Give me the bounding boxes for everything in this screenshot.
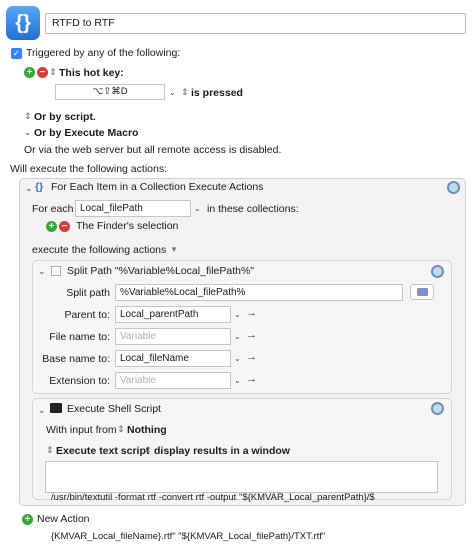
hotkey-state[interactable]: is pressed [191,87,243,99]
for-each-collapse-icon[interactable]: ⌄ [25,183,33,194]
in-collections-label: in these collections: [207,203,299,215]
parent-to-label: Parent to: [64,309,110,321]
collection-item[interactable]: The Finder's selection [76,220,178,232]
script-line: {KMVAR_Local_fileName}.rtf" "${KMVAR_Loc… [51,531,326,542]
remove-collection-icon[interactable]: − [59,221,70,232]
hotkey-add-remove: + − [24,67,48,78]
shell-script-gear-icon[interactable] [431,402,444,415]
new-action-plus-icon[interactable]: + [22,514,33,525]
hotkey-chevron-down-icon[interactable]: ⌄ [169,88,176,97]
base-name-to-field[interactable]: Local_fileName [115,350,231,367]
execute-mode-updown-icon[interactable]: ⇕ [46,445,54,456]
base-name-to-chevron-icon[interactable]: ⌄ [234,354,241,363]
display-mode[interactable]: display results in a window [154,445,290,457]
parent-to-arrow-icon[interactable]: → [246,307,257,319]
folder-icon [416,288,428,296]
hotkey-field[interactable]: ⌥⇧⌘D [55,84,165,100]
file-name-to-label: File name to: [49,331,110,343]
add-collection-icon[interactable]: + [46,221,57,232]
triggered-checkbox[interactable]: ✓ [11,48,22,59]
for-each-variable-chevron-icon[interactable]: ⌄ [194,204,201,213]
shell-script-title[interactable]: Execute Shell Script [67,403,161,415]
input-from-value[interactable]: Nothing [127,424,167,436]
new-action-button[interactable]: New Action [37,513,90,525]
split-path-title[interactable]: Split Path "%Variable%Local_filePath%" [67,265,254,277]
split-path-action-panel [32,260,452,394]
hotkey-label[interactable]: This hot key: [59,67,124,79]
for-each-title[interactable]: For Each Item in a Collection Execute Ac… [51,181,263,193]
or-by-script[interactable]: Or by script. [34,111,96,123]
for-each-gear-icon[interactable] [447,181,460,194]
shell-script-text[interactable]: /usr/bin/textutil -format rtf -convert r… [45,461,438,542]
extension-to-label: Extension to: [49,375,110,387]
extension-to-field[interactable]: Variable [115,372,231,389]
or-by-execute-macro[interactable]: Or by Execute Macro [34,127,138,139]
split-path-collapse-icon[interactable]: ⌄ [38,266,46,277]
trigger-type-updown-icon[interactable]: ⇕ [49,67,57,78]
execute-mode[interactable]: Execute text script [56,445,149,457]
shell-script-collapse-icon[interactable]: ⌄ [38,405,46,416]
triggered-label: Triggered by any of the following: [26,47,181,59]
base-name-to-arrow-icon[interactable]: → [246,351,257,363]
add-trigger-icon[interactable]: + [24,67,35,78]
file-name-to-field[interactable]: Variable [115,328,231,345]
macro-name-field[interactable]: RTFD to RTF [45,13,466,34]
split-path-gear-icon[interactable] [431,265,444,278]
parent-to-chevron-icon[interactable]: ⌄ [234,310,241,319]
parent-to-field[interactable]: Local_parentPath [115,306,231,323]
execute-following-label: execute the following actions [32,244,167,256]
collection-add-remove: + − [46,221,70,232]
file-name-to-chevron-icon[interactable]: ⌄ [234,332,241,341]
input-from-label: With input from [46,424,117,436]
for-each-braces-icon: {} [35,181,44,193]
extension-to-arrow-icon[interactable]: → [246,373,257,385]
display-mode-updown-icon[interactable]: ⇕ [144,445,152,456]
or-script-updown-icon[interactable]: ⇕ [24,111,32,122]
script-line: /usr/bin/textutil -format rtf -convert r… [51,492,375,503]
execute-dropdown-triangle-icon[interactable]: ▼ [170,245,178,254]
for-each-label: For each [32,203,74,215]
for-each-variable-field[interactable]: Local_filePath [75,200,191,217]
split-path-action-icon [51,266,61,276]
macro-icon[interactable]: {} [6,6,40,40]
hotkey-state-updown-icon[interactable]: ⇕ [181,87,189,98]
terminal-icon [50,403,62,413]
remove-trigger-icon[interactable]: − [37,67,48,78]
split-path-field[interactable]: %Variable%Local_filePath% [115,284,403,301]
execute-macro-chevron-icon[interactable]: ⌄ [24,127,32,138]
extension-to-chevron-icon[interactable]: ⌄ [234,376,241,385]
actions-header: Will execute the following actions: [10,163,167,175]
web-server-note: Or via the web server but all remote acc… [24,144,282,156]
split-path-folder-button[interactable] [410,284,434,300]
input-from-updown-icon[interactable]: ⇕ [117,424,125,435]
file-name-to-arrow-icon[interactable]: → [246,329,257,341]
base-name-to-label: Base name to: [42,353,110,365]
split-path-label: Split path [66,287,110,299]
